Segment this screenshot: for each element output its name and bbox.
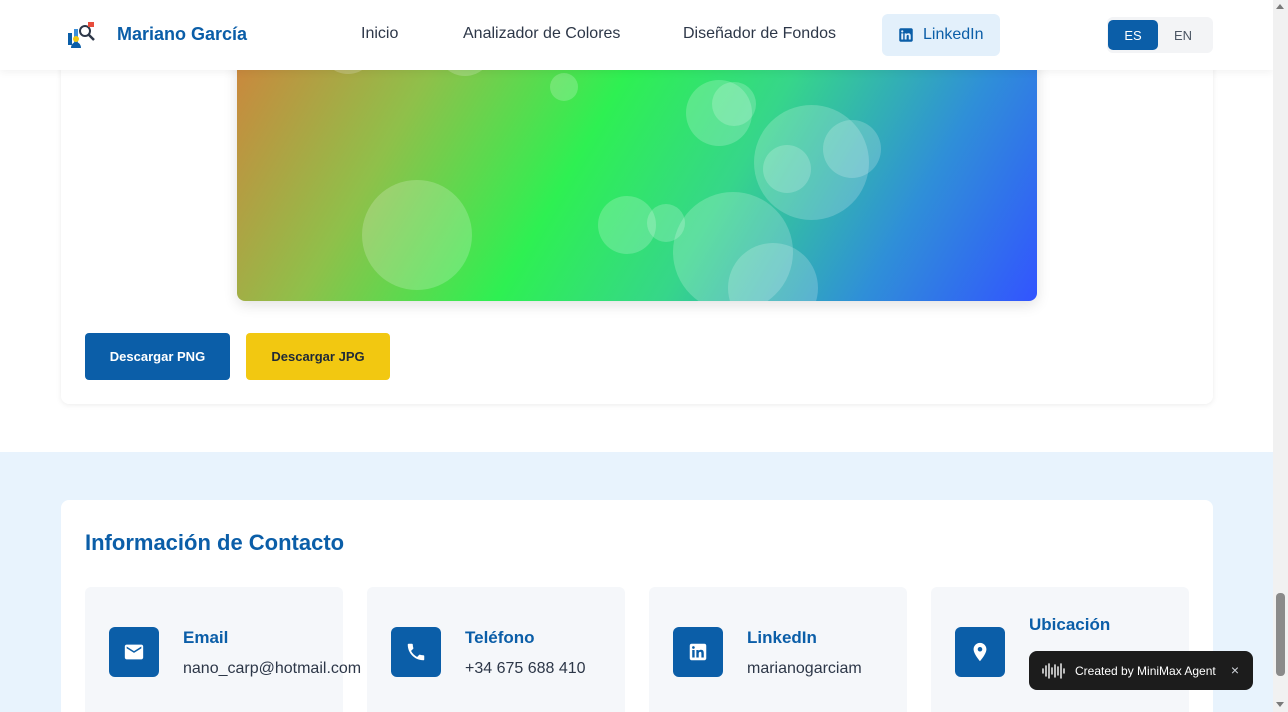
mail-icon xyxy=(109,627,159,677)
linkedin-icon xyxy=(673,627,723,677)
brand-name[interactable]: Mariano García xyxy=(117,24,247,45)
lang-en-button[interactable]: EN xyxy=(1158,20,1208,50)
scroll-up-arrow-icon[interactable] xyxy=(1276,4,1284,9)
download-jpg-button[interactable]: Descargar JPG xyxy=(246,333,390,380)
nav-color-analyzer[interactable]: Analizador de Colores xyxy=(463,25,620,43)
page-scrollbar[interactable] xyxy=(1273,0,1288,712)
contact-label: Ubicación xyxy=(1029,615,1111,634)
download-png-button[interactable]: Descargar PNG xyxy=(85,333,230,380)
minimax-toast: Created by MiniMax Agent × xyxy=(1029,651,1253,690)
nav-home[interactable]: Inicio xyxy=(361,25,398,43)
waveform-icon xyxy=(1042,662,1065,679)
nav-linkedin-button[interactable]: LinkedIn xyxy=(882,14,1000,56)
linkedin-link[interactable]: marianogarciam xyxy=(747,660,862,678)
bokeh-circle xyxy=(712,82,756,126)
close-icon[interactable]: × xyxy=(1231,662,1239,678)
logo-icon xyxy=(68,22,95,48)
bokeh-circle xyxy=(823,120,881,178)
toast-text: Created by MiniMax Agent xyxy=(1075,663,1216,678)
scrollbar-thumb[interactable] xyxy=(1276,593,1285,676)
phone-icon xyxy=(391,627,441,677)
contact-label: Teléfono xyxy=(465,628,535,647)
contact-label: LinkedIn xyxy=(747,628,817,647)
phone-link[interactable]: +34 675 688 410 xyxy=(465,660,586,678)
lang-es-button[interactable]: ES xyxy=(1108,20,1158,50)
top-navbar: Mariano García Inicio Analizador de Colo… xyxy=(0,0,1273,70)
nav-linkedin-label: LinkedIn xyxy=(923,26,984,43)
bokeh-circle xyxy=(550,73,578,101)
location-icon xyxy=(955,627,1005,677)
contact-title: Información de Contacto xyxy=(85,530,345,555)
bokeh-circle xyxy=(763,145,811,193)
linkedin-icon xyxy=(899,28,913,42)
bokeh-circle xyxy=(362,180,472,290)
email-link[interactable]: nano_carp@hotmail.com xyxy=(183,660,361,678)
contact-label: Email xyxy=(183,628,229,647)
scroll-down-arrow-icon[interactable] xyxy=(1276,702,1284,707)
language-switcher: ES EN xyxy=(1107,17,1213,53)
nav-background-designer[interactable]: Diseñador de Fondos xyxy=(683,25,836,43)
